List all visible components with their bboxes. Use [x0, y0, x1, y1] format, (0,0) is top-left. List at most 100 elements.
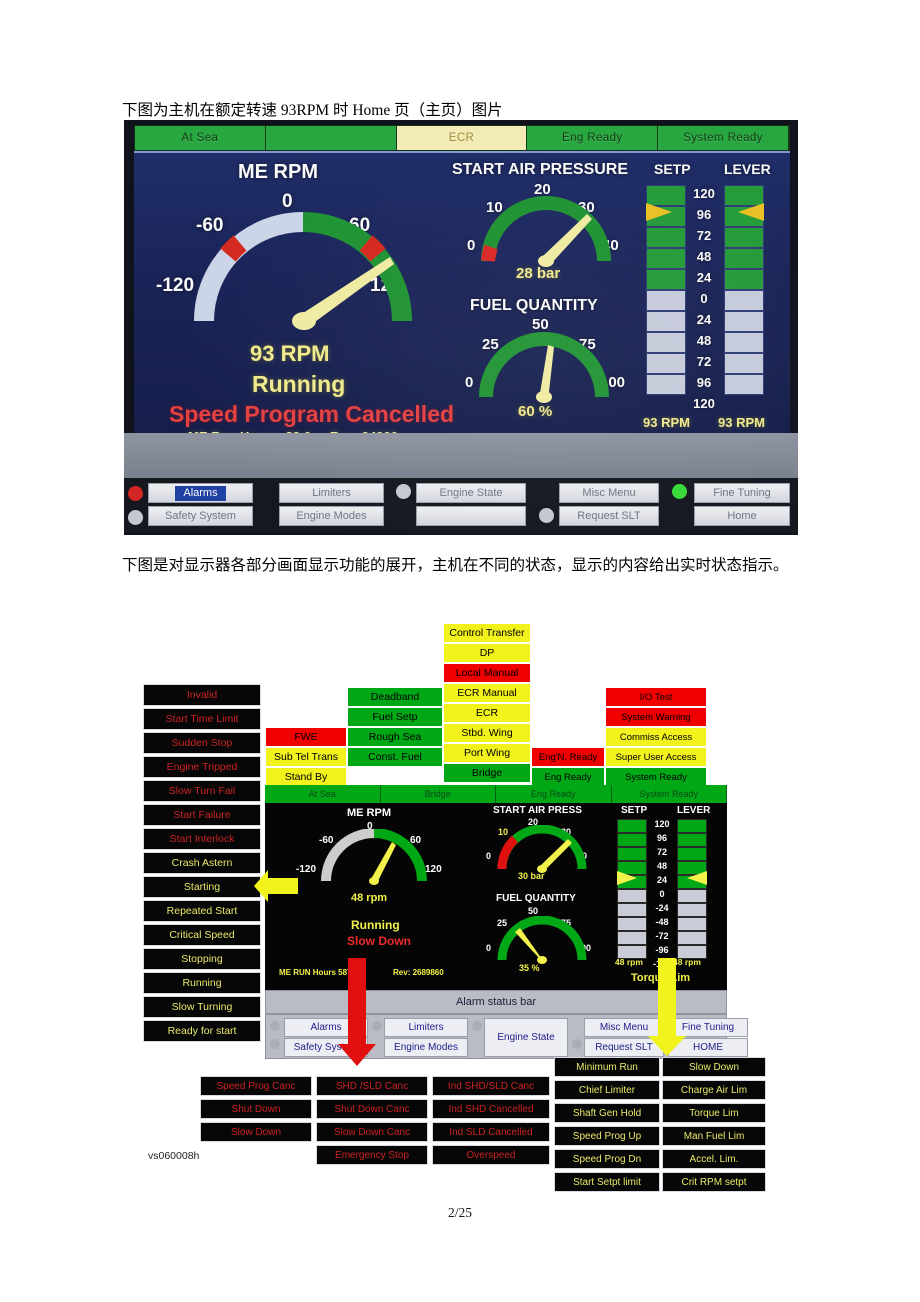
mini-setp-pointer: [617, 871, 637, 885]
mini-status-eng-ready: Eng Ready: [496, 785, 612, 803]
mini-lever-segment: [677, 917, 707, 931]
status-cell-blank: [265, 126, 397, 150]
button-safety-system[interactable]: Safety System: [148, 506, 253, 526]
engine-state-repeated-start: Repeated Start: [143, 900, 261, 922]
limiter-speed-prog-up: Speed Prog Up: [554, 1126, 660, 1146]
arrow-down-red: [338, 958, 376, 1066]
safety-ind-sld-cancelled: Ind SLD Cancelled: [432, 1122, 550, 1142]
engready-eng-ready: Eng Ready: [531, 767, 605, 787]
engine-state-critical-speed: Critical Speed: [143, 924, 261, 946]
lever-segment: [724, 353, 764, 374]
mode-fwe: FWE: [265, 727, 347, 747]
me-rpm-title: ME RPM: [238, 161, 318, 183]
mini-setp-lever-scale: 120967248240-24-48-72-96-120: [648, 817, 676, 971]
setp-lever-scale-tick: 48: [696, 333, 712, 348]
photo-button-bar[interactable]: Alarms Safety System Limiters Engine Mod…: [124, 478, 798, 533]
green-const-fuel: Const. Fuel: [347, 747, 443, 767]
system-super-user-access: Super User Access: [605, 747, 707, 767]
mini-status-at-sea: At Sea: [265, 785, 381, 803]
limiter-start-setpt-limit: Start Setpt limit: [554, 1172, 660, 1192]
photo-screen: ME RPM 0 -60 60 -120 120 93 RPM Running …: [134, 151, 790, 444]
safety-ind-shd-sld-canc: Ind SHD/SLD Canc: [432, 1076, 550, 1096]
engine-state-start-interlock: Start Interlock: [143, 828, 261, 850]
setp-lever-scale-tick: 48: [696, 249, 712, 264]
lever-value: 93 RPM: [718, 415, 765, 430]
limiter-column-2: Slow Down Charge Air Lim Torque Lim Man Fue…: [662, 1057, 766, 1195]
lever-bar: [724, 185, 764, 395]
fuel-quantity-gauge: [479, 332, 609, 403]
lever-segment: [724, 248, 764, 269]
safety-column-2: SHD /SLD Canc Shut Down Canc Slow Down Can…: [316, 1076, 428, 1168]
mini-fuel-tick-0: 0: [486, 943, 492, 953]
engine-state-slow-turning: Slow Turning: [143, 996, 261, 1018]
setp-lever-scale-tick: 72: [696, 228, 712, 243]
button-fine-tuning[interactable]: Fine Tuning: [694, 483, 790, 503]
mini-me-rpm-gauge: [321, 829, 427, 885]
button-misc-menu[interactable]: Misc Menu: [559, 483, 659, 503]
fuel-quantity-value: 60 %: [518, 403, 553, 420]
mini-setp-bar: [617, 819, 647, 959]
fine-tuning-lamp: [672, 484, 687, 499]
setp-segment: [646, 353, 686, 374]
mini-request-slt-lamp: [572, 1039, 582, 1049]
button-engine-state[interactable]: Engine State: [416, 483, 526, 503]
engine-state-sudden-stop: Sudden Stop: [143, 732, 261, 754]
button-alarms-label[interactable]: Alarms: [175, 485, 226, 501]
setp-segment: [646, 290, 686, 311]
mini-fuel-gauge: [497, 916, 587, 964]
mini-button-engine-modes[interactable]: Engine Modes: [384, 1038, 468, 1057]
mini-button-limiters[interactable]: Limiters: [384, 1018, 468, 1037]
status-cell-ecr: ECR: [396, 126, 528, 150]
button-engine-state-blank[interactable]: [416, 506, 526, 526]
green-parameter-column: Deadband Fuel Setp Rough Sea Const. Fuel: [347, 687, 443, 767]
lever-segment: [724, 290, 764, 311]
setp-segment: [646, 227, 686, 248]
request-slt-lamp: [539, 508, 554, 523]
safety-column-1: Speed Prog Canc Shut Down Slow Down: [200, 1076, 312, 1145]
mini-status-bridge: Bridge: [380, 785, 496, 803]
mini-setp-segment: [617, 847, 647, 861]
engine-state-starting: Starting: [143, 876, 261, 898]
mini-me-rpm-title: ME RPM: [347, 807, 391, 819]
button-alarms[interactable]: Alarms: [148, 483, 253, 503]
engine-state-start-time-limit: Start Time Limit: [143, 708, 261, 730]
button-limiters[interactable]: Limiters: [279, 483, 384, 503]
button-engine-modes[interactable]: Engine Modes: [279, 506, 384, 526]
mini-button-engine-state[interactable]: Engine State: [484, 1018, 568, 1057]
mini-scale-tick: -48: [655, 917, 669, 927]
mini-lever-segment: [677, 847, 707, 861]
setp-title: SETP: [654, 161, 691, 177]
setp-lever-scale-tick: 120: [693, 396, 715, 411]
limiter-crit-rpm-setpt: Crit RPM setpt: [662, 1172, 766, 1192]
limiter-chief-limiter: Chief Limiter: [554, 1080, 660, 1100]
mini-scale-tick: 48: [656, 861, 667, 871]
mini-me-rpm-state: Running: [351, 918, 400, 932]
safety-slow-down: Slow Down: [200, 1122, 312, 1142]
home-page-photo: At Sea ECR Eng Ready System Ready ME RPM…: [124, 120, 798, 535]
button-request-slt[interactable]: Request SLT: [559, 506, 659, 526]
lever-segment: [724, 332, 764, 353]
status-cell-eng-ready: Eng Ready: [527, 126, 659, 150]
setp-lever-scale-tick: 120: [693, 186, 715, 201]
control-dp: DP: [443, 643, 531, 663]
button-home[interactable]: Home: [694, 506, 790, 526]
mini-scale-tick: 120: [654, 819, 670, 829]
start-air-tick-0: 0: [467, 237, 476, 254]
limiter-column-1: Minimum Run Chief Limiter Shaft Gen Hold Sp…: [554, 1057, 660, 1195]
mini-start-air-tick-0: 0: [486, 851, 492, 861]
green-deadband: Deadband: [347, 687, 443, 707]
limiter-accel-lim: Accel. Lim.: [662, 1149, 766, 1169]
limiter-slow-down: Slow Down: [662, 1057, 766, 1077]
setp-pointer: [646, 203, 672, 221]
mode-sub-tel-trans: Sub Tel Trans: [265, 747, 347, 767]
photo-status-bar: At Sea ECR Eng Ready System Ready: [134, 125, 790, 151]
safety-column-3: Ind SHD/SLD Canc Ind SHD Cancelled Ind SLD…: [432, 1076, 550, 1168]
limiter-shaft-gen-hold: Shaft Gen Hold: [554, 1103, 660, 1123]
lever-segment: [724, 374, 764, 395]
mini-me-rpm-value: 48 rpm: [351, 892, 388, 904]
system-i-o-test: I/O Test: [605, 687, 707, 707]
figure-code: vs060008h: [148, 1150, 200, 1162]
mini-scale-tick: 0: [659, 889, 665, 899]
fuel-tick-0: 0: [465, 374, 474, 391]
system-system-ready: System Ready: [605, 767, 707, 787]
